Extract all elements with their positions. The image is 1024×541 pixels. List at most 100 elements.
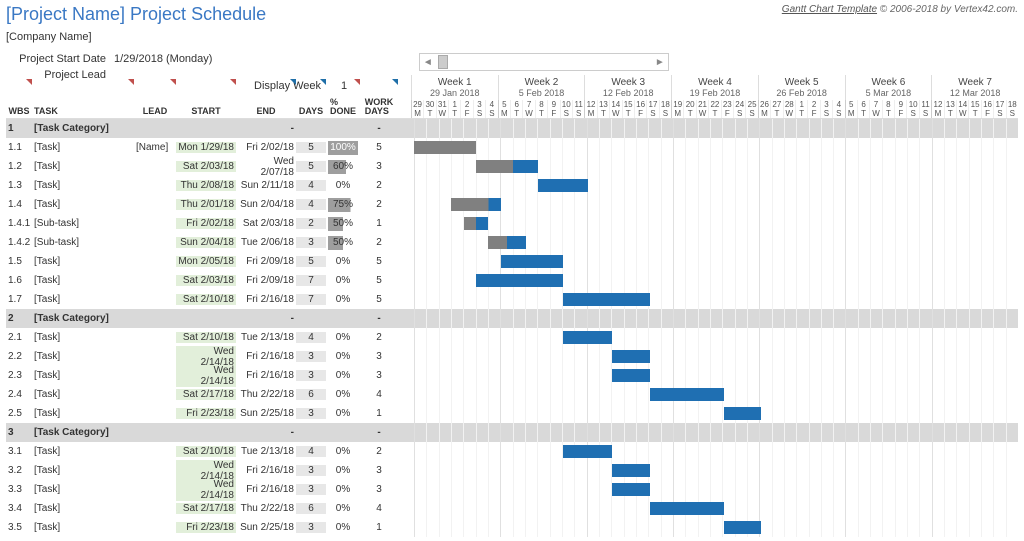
cell-pct-done[interactable]: 60% — [326, 160, 360, 174]
cell-wbs[interactable]: 1.4.2 — [6, 237, 32, 248]
cell-days[interactable]: 3 — [296, 370, 326, 381]
cell-task[interactable]: [Task] — [32, 446, 134, 457]
cell-end[interactable]: Fri 2/16/18 — [236, 351, 296, 362]
gantt-bar[interactable] — [501, 255, 563, 268]
cell-end[interactable]: Tue 2/13/18 — [236, 446, 296, 457]
cell-days[interactable]: 3 — [296, 237, 326, 248]
cell-end[interactable]: Fri 2/16/18 — [236, 465, 296, 476]
cell-wbs[interactable]: 3.3 — [6, 484, 32, 495]
cell-workdays[interactable]: 2 — [360, 446, 398, 457]
cell-pct-done[interactable]: 0% — [326, 445, 360, 459]
cell-days[interactable]: 4 — [296, 332, 326, 343]
cell-days[interactable]: 4 — [296, 199, 326, 210]
cell-wbs[interactable]: 1.4.1 — [6, 218, 32, 229]
cell-end[interactable]: Fri 2/02/18 — [236, 142, 296, 153]
scroll-thumb[interactable] — [438, 55, 448, 69]
gantt-bar[interactable] — [612, 350, 649, 363]
task-row[interactable]: 1.3[Task]Thu 2/08/18Sun 2/11/1840%2 — [6, 176, 1018, 195]
cell-pct-done[interactable]: 0% — [326, 407, 360, 421]
task-row[interactable]: 1.2[Task]Sat 2/03/18Wed 2/07/18560%3 — [6, 157, 1018, 176]
gantt-bar[interactable] — [612, 483, 649, 496]
cell-wbs[interactable]: 2.3 — [6, 370, 32, 381]
cell-wbs[interactable]: 3.4 — [6, 503, 32, 514]
gantt-bar[interactable] — [414, 141, 476, 154]
cell-wbs[interactable]: 1.7 — [6, 294, 32, 305]
cell-workdays[interactable]: 2 — [360, 180, 398, 191]
cell-start[interactable]: Sat 2/03/18 — [176, 161, 236, 172]
cell-wbs[interactable]: 2.2 — [6, 351, 32, 362]
cell-pct-done[interactable]: 0% — [326, 179, 360, 193]
cell-wbs[interactable]: 2 — [6, 313, 32, 324]
scroll-right-icon[interactable]: ► — [652, 54, 668, 70]
gantt-bar[interactable] — [612, 369, 649, 382]
cell-end[interactable]: Tue 2/06/18 — [236, 237, 296, 248]
cell-days[interactable]: 3 — [296, 522, 326, 533]
cell-task[interactable]: [Task] — [32, 389, 134, 400]
cell-workdays[interactable]: 1 — [360, 408, 398, 419]
cell-end[interactable]: Sat 2/03/18 — [236, 218, 296, 229]
cell-end[interactable]: Fri 2/09/18 — [236, 275, 296, 286]
cell-pct-done[interactable]: 0% — [326, 483, 360, 497]
cell-wbs[interactable]: 3 — [6, 427, 32, 438]
cell-task[interactable]: [Sub-task] — [32, 237, 134, 248]
cell-workdays[interactable]: - — [360, 313, 398, 324]
cell-start[interactable]: Fri 2/23/18 — [176, 408, 236, 419]
task-row[interactable]: 3.3[Task]Wed 2/14/18Fri 2/16/1830%3 — [6, 480, 1018, 499]
cell-pct-done[interactable]: 0% — [326, 369, 360, 383]
cell-days[interactable]: 5 — [296, 256, 326, 267]
task-row[interactable]: 3.1[Task]Sat 2/10/18Tue 2/13/1840%2 — [6, 442, 1018, 461]
category-row[interactable]: 1[Task Category]-- — [6, 119, 1018, 138]
cell-start[interactable]: Fri 2/02/18 — [176, 218, 236, 229]
cell-workdays[interactable]: 3 — [360, 351, 398, 362]
cell-workdays[interactable]: 3 — [360, 370, 398, 381]
cell-pct-done[interactable]: 0% — [326, 464, 360, 478]
cell-pct-done[interactable]: 0% — [326, 502, 360, 516]
gantt-bar[interactable] — [464, 217, 489, 230]
gantt-bar[interactable] — [563, 331, 613, 344]
cell-wbs[interactable]: 2.1 — [6, 332, 32, 343]
cell-task[interactable]: [Task] — [32, 503, 134, 514]
cell-pct-done[interactable]: 50% — [326, 236, 360, 250]
cell-wbs[interactable]: 2.5 — [6, 408, 32, 419]
task-row[interactable]: 1.4.2[Sub-task]Sun 2/04/18Tue 2/06/18350… — [6, 233, 1018, 252]
cell-workdays[interactable]: - — [360, 427, 398, 438]
gantt-bar[interactable] — [538, 179, 588, 192]
cell-days[interactable]: 5 — [296, 161, 326, 172]
cell-task[interactable]: [Task] — [32, 351, 134, 362]
cell-task[interactable]: [Task] — [32, 256, 134, 267]
cell-days[interactable]: 2 — [296, 218, 326, 229]
cell-workdays[interactable]: 5 — [360, 294, 398, 305]
cell-task[interactable]: [Task] — [32, 370, 134, 381]
task-row[interactable]: 1.1[Task][Name]Mon 1/29/18Fri 2/02/18510… — [6, 138, 1018, 157]
cell-start[interactable]: Sat 2/03/18 — [176, 275, 236, 286]
task-row[interactable]: 1.6[Task]Sat 2/03/18Fri 2/09/1870%5 — [6, 271, 1018, 290]
gantt-bar[interactable] — [476, 160, 538, 173]
cell-days[interactable]: 4 — [296, 180, 326, 191]
cell-wbs[interactable]: 1 — [6, 123, 32, 134]
cell-task[interactable]: [Task] — [32, 199, 134, 210]
cell-end[interactable]: Sun 2/25/18 — [236, 522, 296, 533]
cell-start[interactable]: Mon 2/05/18 — [176, 256, 236, 267]
cell-end[interactable]: - — [236, 427, 296, 438]
cell-days[interactable]: 6 — [296, 503, 326, 514]
cell-days[interactable]: 4 — [296, 446, 326, 457]
cell-workdays[interactable]: 3 — [360, 484, 398, 495]
cell-workdays[interactable]: 5 — [360, 275, 398, 286]
gantt-bar[interactable] — [488, 236, 525, 249]
cell-workdays[interactable]: 5 — [360, 256, 398, 267]
credits-link[interactable]: Gantt Chart Template — [782, 4, 877, 15]
cell-days[interactable]: 6 — [296, 389, 326, 400]
cell-start[interactable]: Wed 2/14/18 — [176, 365, 236, 387]
cell-pct-done[interactable]: 0% — [326, 293, 360, 307]
cell-end[interactable]: Wed 2/07/18 — [236, 156, 296, 178]
cell-wbs[interactable]: 1.2 — [6, 161, 32, 172]
gantt-bar[interactable] — [612, 464, 649, 477]
cell-end[interactable]: Thu 2/22/18 — [236, 503, 296, 514]
cell-end[interactable]: Thu 2/22/18 — [236, 389, 296, 400]
cell-task[interactable]: [Task Category] — [32, 427, 134, 438]
cell-workdays[interactable]: 3 — [360, 161, 398, 172]
cell-workdays[interactable]: 2 — [360, 332, 398, 343]
task-row[interactable]: 1.4.1[Sub-task]Fri 2/02/18Sat 2/03/18250… — [6, 214, 1018, 233]
cell-task[interactable]: [Task] — [32, 332, 134, 343]
task-row[interactable]: 3.2[Task]Wed 2/14/18Fri 2/16/1830%3 — [6, 461, 1018, 480]
